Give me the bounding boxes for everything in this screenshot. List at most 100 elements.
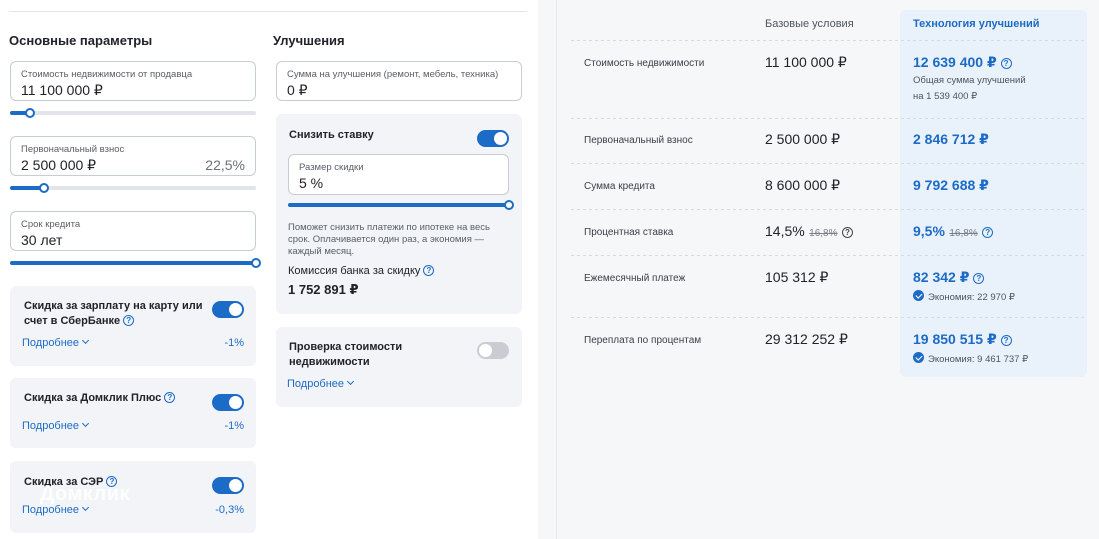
base-down-payment-value: 2 500 000 ₽: [765, 131, 841, 147]
domclick-plus-discount-card: Скидка за Домклик Плюс ? Подробнее -1%: [10, 378, 256, 448]
discount-size-field[interactable]: Размер скидки 5 %: [288, 154, 509, 195]
row-label-down-payment: Первоначальный взнос: [584, 135, 693, 146]
salary-discount-value: -1%: [224, 337, 244, 349]
tech-price-sub2: на 1 539 400 ₽: [913, 91, 978, 102]
property-check-more-link[interactable]: Подробнее: [287, 377, 355, 390]
row-label-loan: Сумма кредита: [584, 181, 655, 192]
question-circle-icon[interactable]: ?: [1000, 335, 1012, 346]
tech-price-sub1: Общая сумма улучшений: [913, 75, 1026, 86]
down-payment-field[interactable]: Первоначальный взнос 2 500 000 ₽ 22,5%: [10, 136, 256, 176]
ser-discount-more-link[interactable]: Подробнее: [22, 503, 90, 516]
tech-improvements-header: Технология улучшений: [913, 18, 1040, 30]
question-circle-icon[interactable]: ?: [973, 273, 985, 284]
bank-commission-label: Комиссия банка за скидку ?: [288, 265, 435, 277]
term-slider-handle[interactable]: [251, 258, 261, 268]
down-payment-label: Первоначальный взнос: [21, 144, 125, 155]
base-price-value: 11 100 000 ₽: [765, 54, 847, 70]
property-check-toggle[interactable]: [477, 342, 509, 359]
salary-discount-more-link[interactable]: Подробнее: [22, 336, 90, 349]
panel-divider: [556, 0, 557, 539]
term-label: Срок кредита: [21, 219, 81, 230]
base-conditions-header: Базовые условия: [765, 18, 854, 30]
discount-size-slider[interactable]: [288, 200, 514, 210]
overpayment-saving: Экономия: 9 461 737 ₽: [913, 352, 1028, 365]
bank-commission-value: 1 752 891 ₽: [288, 282, 359, 297]
tech-price-value: 12 639 400 ₽ ?: [913, 54, 1012, 71]
question-circle-icon[interactable]: ?: [123, 315, 135, 326]
tech-down-payment-value: 2 846 712 ₽: [913, 131, 989, 147]
improvements-sum-field[interactable]: Сумма на улучшения (ремонт, мебель, техн…: [276, 61, 522, 101]
row-separator: [571, 209, 1086, 210]
row-label-overpayment: Переплата по процентам: [584, 335, 702, 346]
tech-rate-value: 9,5% 16,8% ?: [913, 223, 994, 241]
tech-loan-value: 9 792 688 ₽: [913, 177, 989, 193]
down-payment-value[interactable]: 2 500 000 ₽: [21, 157, 96, 174]
salary-discount-card: Скидка за зарплату на карту или счет в С…: [10, 286, 256, 366]
price-field[interactable]: Стоимость недвижимости от продавца 11 10…: [10, 61, 256, 101]
ser-discount-toggle[interactable]: [212, 477, 244, 494]
tech-rate-old: 16,8%: [949, 228, 978, 239]
row-separator: [571, 255, 1086, 256]
chevron-down-icon: [347, 377, 355, 386]
discount-size-label: Размер скидки: [299, 162, 364, 173]
lower-rate-toggle[interactable]: [477, 130, 509, 147]
check-circle-icon: [913, 352, 924, 363]
improvements-sum-value[interactable]: 0 ₽: [287, 82, 308, 99]
salary-discount-title: Скидка за зарплату на карту или счет в С…: [24, 300, 203, 327]
ser-discount-card: Скидка за СЭР ? Домклик Подробнее -0,3%: [10, 461, 256, 533]
domclick-plus-discount-value: -1%: [224, 420, 244, 432]
price-value[interactable]: 11 100 000 ₽: [21, 82, 103, 99]
row-label-rate: Процентная ставка: [584, 227, 674, 238]
tech-overpayment-value: 19 850 515 ₽ ?: [913, 331, 1012, 348]
down-payment-slider-handle[interactable]: [39, 183, 50, 193]
discount-size-value[interactable]: 5 %: [299, 175, 323, 191]
question-circle-icon[interactable]: ?: [982, 227, 994, 238]
monthly-saving: Экономия: 22 970 ₽: [913, 290, 1015, 303]
base-rate-old: 16,8%: [809, 228, 838, 239]
question-circle-icon[interactable]: ?: [841, 227, 853, 238]
salary-discount-toggle[interactable]: [212, 301, 244, 318]
chevron-down-icon: [82, 419, 90, 428]
domclick-plus-discount-toggle[interactable]: [212, 394, 244, 411]
top-divider: [9, 11, 527, 12]
price-slider[interactable]: [10, 108, 256, 118]
discount-size-slider-fill: [288, 203, 509, 207]
down-payment-slider[interactable]: [10, 183, 256, 193]
down-payment-percent: 22,5%: [205, 157, 245, 173]
term-slider-fill: [10, 261, 256, 265]
term-value[interactable]: 30 лет: [21, 232, 62, 248]
check-circle-icon: [913, 290, 924, 301]
lower-rate-title: Снизить ставку: [289, 129, 374, 141]
domclick-plus-discount-title: Скидка за Домклик Плюс ?: [24, 391, 204, 406]
row-separator: [571, 163, 1086, 164]
base-overpayment-value: 29 312 252 ₽: [765, 331, 848, 347]
ser-discount-value: -0,3%: [215, 504, 244, 516]
row-separator: [571, 118, 1086, 119]
base-rate-value: 14,5% 16,8% ?: [765, 223, 853, 241]
property-check-title: Проверка стоимости недвижимости: [289, 341, 403, 368]
domclick-plus-discount-more-link[interactable]: Подробнее: [22, 419, 90, 432]
improvements-sum-label: Сумма на улучшения (ремонт, мебель, техн…: [287, 69, 499, 80]
main-params-title: Основные параметры: [9, 33, 153, 48]
term-field[interactable]: Срок кредита 30 лет: [10, 211, 256, 251]
lower-rate-card: Снизить ставку Размер скидки 5 % Поможет…: [276, 114, 522, 314]
lower-rate-note: Поможет снизить платежи по ипотеке на ве…: [288, 222, 490, 257]
row-separator: [571, 40, 1086, 41]
price-label: Стоимость недвижимости от продавца: [21, 69, 193, 80]
improvements-title: Улучшения: [273, 33, 345, 48]
question-circle-icon[interactable]: ?: [423, 265, 435, 276]
discount-size-slider-handle[interactable]: [504, 200, 514, 210]
price-slider-handle[interactable]: [24, 108, 35, 118]
row-label-monthly: Ежемесячный платеж: [584, 273, 686, 284]
question-circle-icon[interactable]: ?: [1000, 58, 1012, 69]
chevron-down-icon: [82, 336, 90, 345]
term-slider[interactable]: [10, 258, 261, 268]
base-loan-value: 8 600 000 ₽: [765, 177, 841, 193]
row-separator: [571, 317, 1086, 318]
row-label-price: Стоимость недвижимости: [584, 58, 705, 69]
base-monthly-value: 105 312 ₽: [765, 269, 829, 285]
property-check-card: Проверка стоимости недвижимости Подробне…: [276, 327, 522, 407]
tech-monthly-value: 82 342 ₽ ?: [913, 269, 985, 286]
question-circle-icon[interactable]: ?: [164, 392, 176, 403]
chevron-down-icon: [82, 503, 90, 512]
